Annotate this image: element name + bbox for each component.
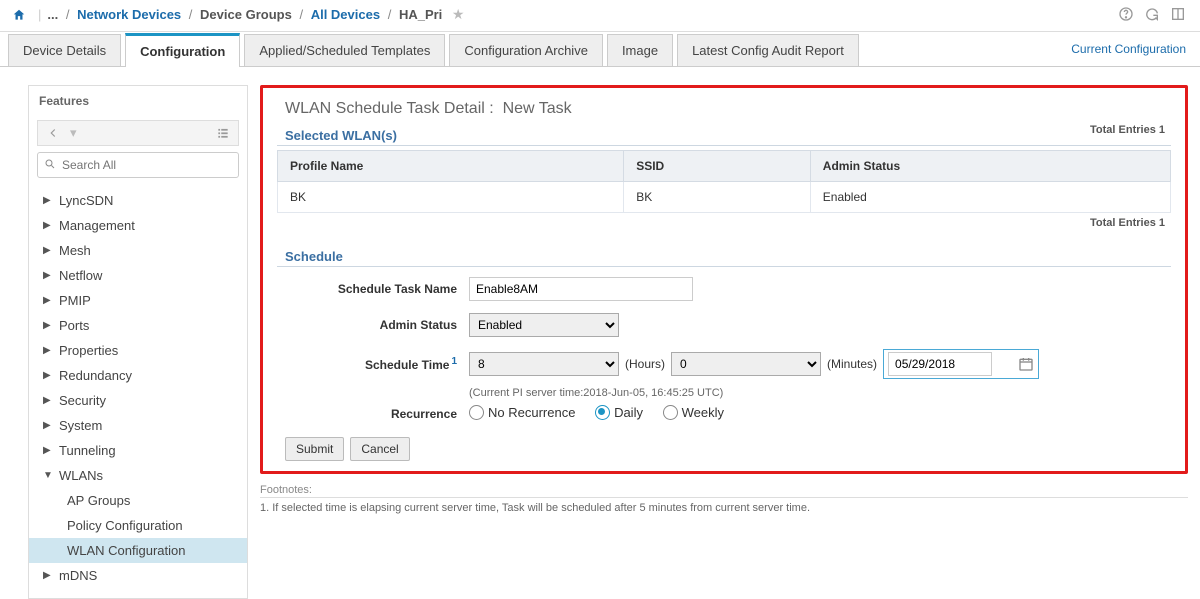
favorite-star-icon[interactable]: ★ <box>452 6 465 22</box>
cancel-button[interactable]: Cancel <box>350 437 409 461</box>
label-admin-status: Admin Status <box>277 318 469 332</box>
tree-pmip[interactable]: ▶PMIP <box>29 288 247 313</box>
tree-ports[interactable]: ▶Ports <box>29 313 247 338</box>
refresh-icon[interactable] <box>1144 6 1160 22</box>
tree-mesh[interactable]: ▶Mesh <box>29 238 247 263</box>
tab-audit[interactable]: Latest Config Audit Report <box>677 34 859 66</box>
footnotes: Footnotes: 1. If selected time is elapsi… <box>260 484 1188 514</box>
current-configuration-link[interactable]: Current Configuration <box>1071 42 1186 56</box>
label-task-name: Schedule Task Name <box>277 282 469 296</box>
label-schedule-time: Schedule Time1 <box>277 356 469 372</box>
tab-image[interactable]: Image <box>607 34 673 66</box>
breadcrumb-link-1[interactable]: Device Groups <box>200 7 292 22</box>
tree-wlan-configuration[interactable]: WLAN Configuration <box>29 538 247 563</box>
back-arrow-icon[interactable] <box>46 126 60 140</box>
minutes-unit: (Minutes) <box>827 357 877 371</box>
tree-security[interactable]: ▶Security <box>29 388 247 413</box>
search-icon <box>44 158 56 170</box>
features-sidebar: Features ▾ ▶LyncSDN ▶Management ▶Mesh ▶N… <box>28 85 248 599</box>
tab-configuration[interactable]: Configuration <box>125 33 240 67</box>
highlighted-region: WLAN Schedule Task Detail : New Task Tot… <box>260 85 1188 474</box>
admin-status-select[interactable]: Enabled <box>469 313 619 337</box>
breadcrumb-link-0[interactable]: Network Devices <box>77 7 181 22</box>
calendar-icon[interactable] <box>1018 356 1034 372</box>
search-input[interactable] <box>37 152 239 178</box>
table-row[interactable]: BK BK Enabled <box>278 182 1171 213</box>
tree-redundancy[interactable]: ▶Redundancy <box>29 363 247 388</box>
tree-ap-groups[interactable]: AP Groups <box>29 488 247 513</box>
tree-properties[interactable]: ▶Properties <box>29 338 247 363</box>
col-profile-name: Profile Name <box>278 151 624 182</box>
tab-bar: Device Details Configuration Applied/Sch… <box>0 32 1200 67</box>
sidebar-title: Features <box>29 86 247 116</box>
breadcrumb-ellipsis[interactable]: ... <box>47 7 58 22</box>
cell-profile: BK <box>278 182 624 213</box>
selected-wlans-table: Profile Name SSID Admin Status BK BK Ena… <box>277 150 1171 213</box>
date-input[interactable] <box>888 352 992 376</box>
radio-weekly[interactable]: Weekly <box>663 405 724 420</box>
panel-icon[interactable] <box>1170 6 1186 22</box>
col-ssid: SSID <box>624 151 811 182</box>
radio-no-recurrence[interactable]: No Recurrence <box>469 405 575 420</box>
tree-tunneling[interactable]: ▶Tunneling <box>29 438 247 463</box>
breadcrumb-current: HA_Pri <box>399 7 442 22</box>
tree-management[interactable]: ▶Management <box>29 213 247 238</box>
total-entries-top: Total Entries 1 <box>1090 122 1171 136</box>
hours-unit: (Hours) <box>625 357 665 371</box>
task-name-input[interactable] <box>469 277 693 301</box>
minutes-select[interactable]: 0 <box>671 352 821 376</box>
page-title: WLAN Schedule Task Detail : New Task <box>285 100 1171 118</box>
radio-daily[interactable]: Daily <box>595 405 643 420</box>
tab-templates[interactable]: Applied/Scheduled Templates <box>244 34 445 66</box>
footnote-1: 1. If selected time is elapsing current … <box>260 498 1188 514</box>
date-field[interactable] <box>883 349 1039 379</box>
help-icon[interactable] <box>1118 6 1134 22</box>
tab-device-details[interactable]: Device Details <box>8 34 121 66</box>
col-admin-status: Admin Status <box>810 151 1170 182</box>
tree-policy-config[interactable]: Policy Configuration <box>29 513 247 538</box>
cell-ssid: BK <box>624 182 811 213</box>
breadcrumb-link-2[interactable]: All Devices <box>311 7 380 22</box>
submit-button[interactable]: Submit <box>285 437 344 461</box>
tree-netflow[interactable]: ▶Netflow <box>29 263 247 288</box>
hours-select[interactable]: 8 <box>469 352 619 376</box>
total-entries-bottom: Total Entries 1 <box>277 213 1171 229</box>
list-icon[interactable] <box>216 126 230 140</box>
server-time-hint: (Current PI server time:2018-Jun-05, 16:… <box>277 385 1171 399</box>
selected-wlans-heading: Selected WLAN(s) <box>277 122 1171 146</box>
tree-lyncsdn[interactable]: ▶LyncSDN <box>29 188 247 213</box>
cell-status: Enabled <box>810 182 1170 213</box>
home-icon[interactable] <box>12 8 26 22</box>
footnotes-heading: Footnotes: <box>260 484 1188 498</box>
tree-mdns[interactable]: ▶mDNS <box>29 563 247 588</box>
schedule-heading: Schedule <box>277 243 1171 267</box>
schedule-form: Schedule Task Name Admin Status Enabled … <box>277 271 1171 429</box>
sidebar-toolbar: ▾ <box>37 120 239 146</box>
breadcrumb: ... / Network Devices / Device Groups / … <box>47 6 464 23</box>
breadcrumb-bar: | ... / Network Devices / Device Groups … <box>0 0 1200 32</box>
main-content: WLAN Schedule Task Detail : New Task Tot… <box>260 85 1188 599</box>
tree-system[interactable]: ▶System <box>29 413 247 438</box>
label-recurrence: Recurrence <box>277 407 469 421</box>
tab-archive[interactable]: Configuration Archive <box>449 34 603 66</box>
feature-tree: ▶LyncSDN ▶Management ▶Mesh ▶Netflow ▶PMI… <box>29 184 247 598</box>
tree-wlans[interactable]: ▼WLANs <box>29 463 247 488</box>
